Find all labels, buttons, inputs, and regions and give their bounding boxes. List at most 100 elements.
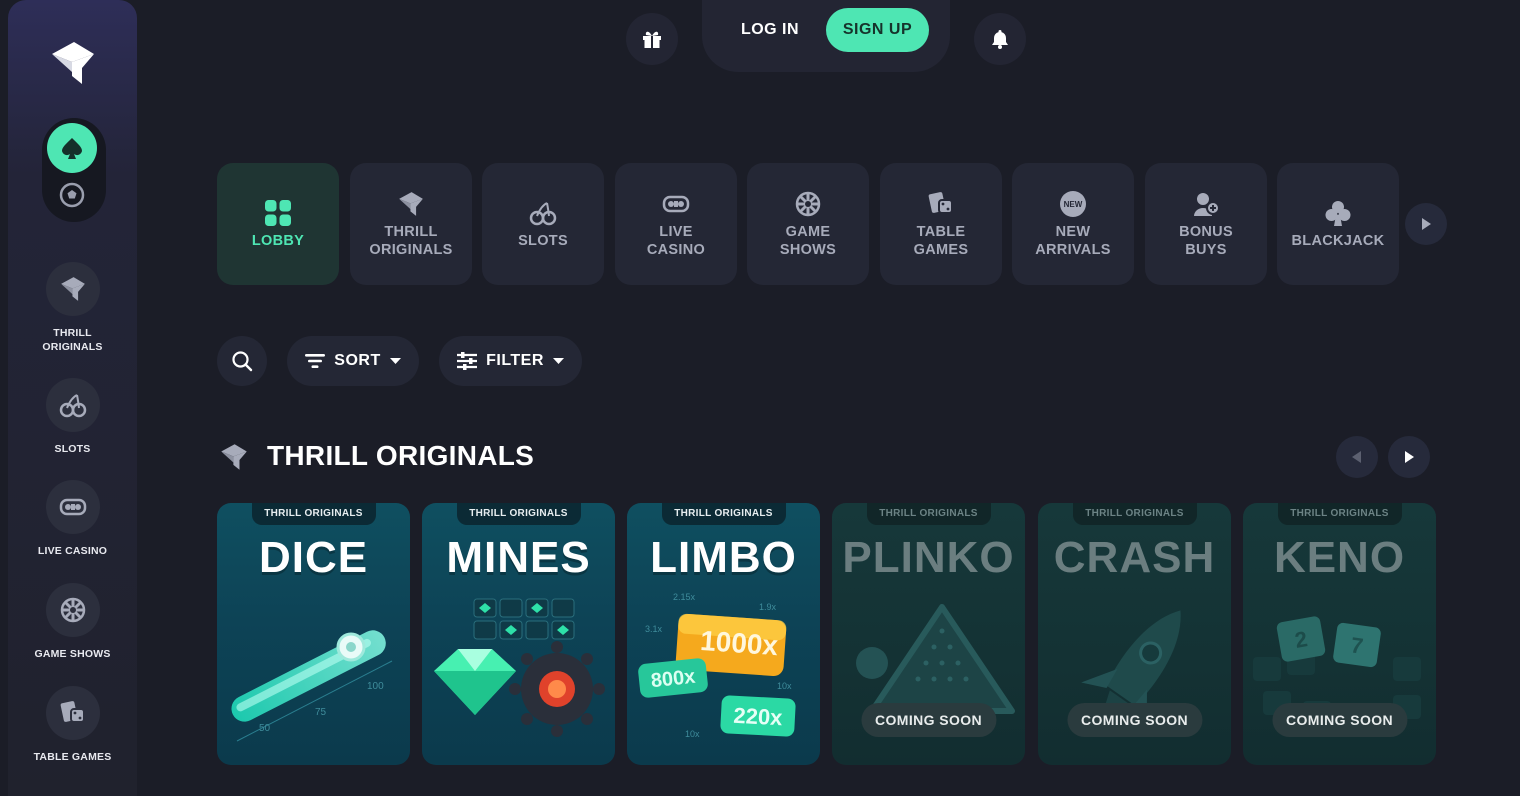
- chevron-down-icon: [389, 358, 401, 364]
- multiplier-text: 1.9x: [759, 602, 777, 612]
- tab-lobby[interactable]: LOBBY: [217, 163, 339, 285]
- dice-cards-icon: [45, 686, 100, 740]
- wheel-icon: [794, 189, 822, 219]
- wheel-icon: [45, 583, 100, 637]
- multiplier-text: 3.1x: [645, 624, 663, 634]
- tab-label: BONUS BUYS: [1179, 224, 1233, 258]
- multiplier-text: 2.15x: [673, 592, 696, 602]
- sidebar-item-thrill-originals[interactable]: THRILL ORIGINALS: [8, 262, 137, 354]
- card-title: CRASH: [1053, 533, 1216, 582]
- plinko-pyramid-art: [856, 604, 1015, 714]
- multiplier-text: 10x: [777, 681, 792, 691]
- game-card-mines[interactable]: THRILL ORIGINALS MINES: [422, 503, 615, 765]
- card-tag: THRILL ORIGINALS: [456, 503, 581, 525]
- sidebar-item-label: GAME SHOWS: [34, 648, 111, 660]
- svg-text:NEW: NEW: [1064, 200, 1083, 209]
- tab-label: THRILL ORIGINALS: [369, 224, 453, 258]
- filter-sliders-icon: [457, 352, 478, 370]
- tab-new-arrivals[interactable]: NEW NEW ARRIVALS: [1012, 163, 1134, 285]
- tab-live-casino[interactable]: LIVE CASINO: [615, 163, 737, 285]
- coming-soon-badge: COMING SOON: [1271, 703, 1408, 737]
- sort-button[interactable]: SORT: [287, 336, 419, 386]
- tab-game-shows[interactable]: GAME SHOWS: [747, 163, 869, 285]
- keno-tiles-art: 2 7: [1253, 616, 1421, 725]
- card-title: PLINKO: [842, 533, 1015, 582]
- tab-label: BLACKJACK: [1291, 233, 1385, 249]
- live-casino-icon: [662, 189, 690, 219]
- multiplier-text: 220x: [733, 703, 784, 731]
- card-title: KENO: [1273, 533, 1406, 582]
- tab-table-games[interactable]: TABLE GAMES: [880, 163, 1002, 285]
- dice-slider-art: 50 75 100: [231, 630, 393, 742]
- filter-button[interactable]: FILTER: [439, 336, 582, 386]
- search-button[interactable]: [217, 336, 267, 386]
- game-card-limbo[interactable]: THRILL ORIGINALS LIMBO 2.15x 1.9x 3.1x 1…: [627, 503, 820, 765]
- bell-icon: [992, 30, 1008, 49]
- chevron-right-icon: [1405, 451, 1414, 463]
- tab-label: TABLE GAMES: [913, 224, 969, 258]
- categories-next-button[interactable]: [1405, 203, 1447, 245]
- sidebar-item-label: TABLE GAMES: [33, 751, 112, 763]
- limbo-multipliers-art: 2.15x 1.9x 3.1x 10x 10x 1000x 800x 220x: [638, 592, 796, 739]
- sidebar-item-table-games[interactable]: TABLE GAMES: [8, 686, 137, 764]
- game-card-keno[interactable]: THRILL ORIGINALS KENO 2 7 COMING SOON: [1243, 503, 1436, 765]
- grid-icon: [265, 198, 291, 228]
- sidebar-item-slots[interactable]: SLOTS: [8, 378, 137, 456]
- card-title: MINES: [446, 533, 591, 582]
- cherry-icon: [529, 198, 557, 228]
- game-card-plinko[interactable]: THRILL ORIGINALS PLINKO COMING SOON: [832, 503, 1025, 765]
- card-tag: THRILL ORIGINALS: [661, 503, 786, 525]
- thrill-icon: [45, 262, 100, 316]
- club-icon: [1324, 198, 1352, 228]
- card-tag: THRILL ORIGINALS: [1277, 503, 1402, 525]
- mines-gem-bomb-art: [434, 598, 605, 737]
- card-tag: THRILL ORIGINALS: [1072, 503, 1197, 525]
- chevron-right-icon: [1422, 218, 1431, 230]
- tab-blackjack[interactable]: BLACKJACK: [1277, 163, 1399, 285]
- sort-label: SORT: [334, 352, 381, 369]
- gift-button[interactable]: [626, 13, 678, 65]
- chevron-down-icon: [552, 358, 564, 364]
- card-title: DICE: [258, 533, 369, 582]
- dice-scale-label: 100: [367, 681, 384, 692]
- tab-label: NEW ARRIVALS: [1035, 224, 1111, 258]
- new-badge-icon: NEW: [1059, 189, 1087, 219]
- carousel-prev-button[interactable]: [1336, 436, 1378, 478]
- tab-bonus-buys[interactable]: BONUS BUYS: [1145, 163, 1267, 285]
- dice-scale-label: 75: [315, 707, 327, 718]
- login-button[interactable]: LOG IN: [724, 8, 816, 52]
- sidebar-item-label: SLOTS: [54, 443, 91, 455]
- casino-spade-icon[interactable]: [47, 123, 97, 173]
- sports-ball-icon[interactable]: [55, 178, 89, 212]
- signup-button[interactable]: SIGN UP: [826, 8, 929, 52]
- tab-thrill-originals[interactable]: THRILL ORIGINALS: [350, 163, 472, 285]
- coming-soon-badge: COMING SOON: [1066, 703, 1203, 737]
- sidebar-item-live-casino[interactable]: LIVE CASINO: [8, 480, 137, 558]
- section-title[interactable]: THRILL ORIGINALS: [267, 440, 534, 472]
- tab-label: LOBBY: [251, 233, 305, 249]
- card-tag: THRILL ORIGINALS: [866, 503, 991, 525]
- dice-cards-icon: [927, 189, 955, 219]
- multiplier-text: 1000x: [699, 625, 779, 661]
- live-casino-icon: [45, 480, 100, 534]
- cherry-icon: [45, 378, 100, 432]
- tab-slots[interactable]: SLOTS: [482, 163, 604, 285]
- game-card-crash[interactable]: THRILL ORIGINALS CRASH COMING SOON: [1038, 503, 1231, 765]
- multiplier-text: 800x: [650, 666, 697, 693]
- thrill-logo-icon[interactable]: [50, 40, 96, 86]
- chevron-left-icon: [1352, 451, 1361, 463]
- casino-sports-toggle[interactable]: [42, 118, 106, 222]
- search-icon: [232, 351, 253, 372]
- carousel-next-button[interactable]: [1388, 436, 1430, 478]
- coming-soon-badge: COMING SOON: [860, 703, 997, 737]
- tab-label: LIVE CASINO: [646, 224, 706, 258]
- sidebar-item-label: THRILL ORIGINALS: [42, 327, 103, 353]
- game-card-dice[interactable]: THRILL ORIGINALS DICE 50 75 100: [217, 503, 410, 765]
- card-title: LIMBO: [650, 533, 797, 582]
- sidebar-item-label: LIVE CASINO: [37, 545, 108, 557]
- thrill-icon: [398, 189, 424, 219]
- sort-icon: [305, 354, 326, 368]
- thrill-icon: [221, 444, 247, 470]
- notifications-button[interactable]: [974, 13, 1026, 65]
- sidebar-item-game-shows[interactable]: GAME SHOWS: [8, 583, 137, 661]
